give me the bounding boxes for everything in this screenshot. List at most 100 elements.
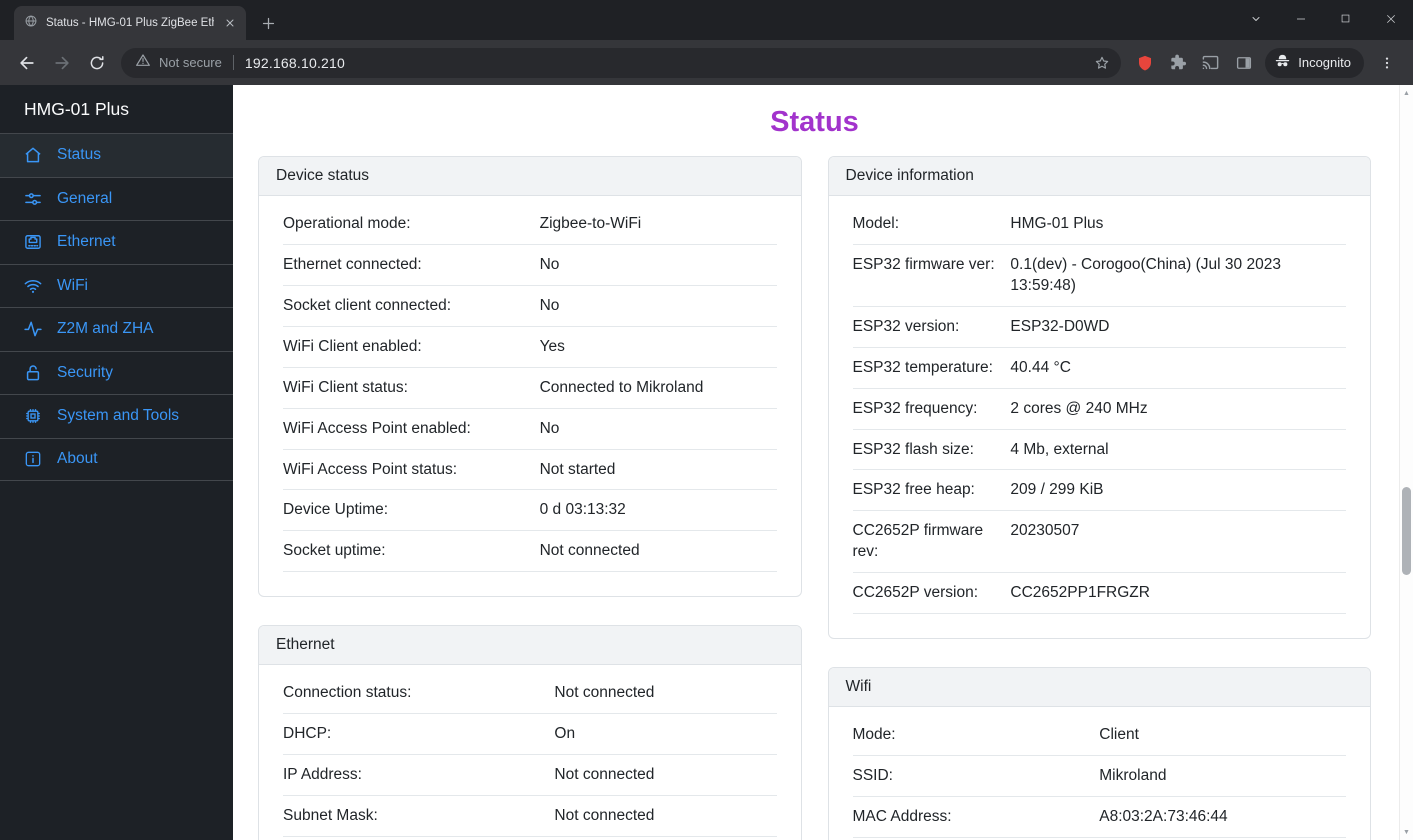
wifi-icon (23, 276, 43, 296)
table-row: ESP32 free heap: 209 / 299 KiB (852, 469, 1346, 512)
row-label: ESP32 temperature: (852, 347, 1011, 389)
back-button[interactable] (10, 46, 43, 79)
row-label: DHCP: (283, 713, 555, 756)
table-row: WiFi Client enabled: Yes (283, 326, 777, 368)
row-label: Mode: (852, 715, 1100, 757)
row-label: WiFi Access Point status: (283, 449, 540, 491)
activity-icon (23, 319, 43, 339)
adblock-extension-icon[interactable] (1129, 47, 1160, 78)
not-secure-warning-icon[interactable] (135, 52, 151, 73)
row-label: Socket uptime: (283, 530, 540, 573)
page-area: HMG-01 Plus Status General Ethernet WiFi… (0, 85, 1413, 840)
row-value: Not started (539, 449, 777, 491)
table-row: ESP32 temperature: 40.44 °C (852, 347, 1346, 389)
address-bar[interactable]: Not secure 192.168.10.210 (121, 47, 1122, 78)
row-value: ESP32-D0WD (1010, 306, 1346, 348)
card-body: Connection status: Not connected DHCP: On … (259, 665, 801, 840)
row-value: 40.44 °C (1010, 347, 1346, 389)
window-maximize-button[interactable] (1323, 0, 1368, 37)
wifi-table: Mode: Client SSID: Mikroland MAC Address: A… (852, 715, 1346, 838)
sidebar-item-about[interactable]: About (0, 437, 233, 481)
row-value: CC2652PP1FRGZR (1010, 572, 1346, 615)
table-row: IP Address: Not connected (283, 754, 777, 797)
ethernet-table: Connection status: Not connected DHCP: On … (283, 673, 777, 840)
card-device-status: Device status Operational mode: Zigbee-to… (258, 156, 802, 598)
sliders-icon (23, 189, 43, 209)
row-label: ESP32 free heap: (852, 469, 1011, 512)
scrollbar-down-arrow-icon[interactable]: ▼ (1400, 825, 1413, 839)
scrollbar-up-arrow-icon[interactable]: ▲ (1400, 86, 1413, 100)
incognito-badge: Incognito (1265, 47, 1364, 78)
table-row: Default Gateway:Not connected (283, 836, 777, 840)
url-text[interactable]: 192.168.10.210 (245, 55, 1078, 71)
sidebar-item-ethernet[interactable]: Ethernet (0, 220, 233, 264)
tab-strip: Status - HMG-01 Plus ZigBee Ethe (0, 0, 1413, 40)
sidebar-item-general[interactable]: General (0, 176, 233, 221)
reload-button[interactable] (80, 46, 113, 79)
table-row: SSID: Mikroland (852, 755, 1346, 797)
tab-title: Status - HMG-01 Plus ZigBee Ethe (46, 17, 214, 29)
row-value: No (539, 244, 777, 286)
row-label: ESP32 flash size: (852, 429, 1011, 471)
new-tab-button[interactable] (254, 9, 282, 37)
home-icon (23, 145, 43, 165)
lock-icon (23, 363, 43, 383)
tab-search-chevron-icon[interactable] (1233, 0, 1278, 37)
row-label: CC2652P firmware rev: (852, 510, 1011, 574)
omnibox-divider (232, 55, 234, 70)
table-row: Operational mode: Zigbee-to-WiFi (283, 204, 777, 245)
card-title: Device status (259, 157, 801, 196)
row-label: Subnet Mask: (283, 795, 555, 837)
sidebar-nav: Status General Ethernet WiFi Z2M and ZHA… (0, 133, 233, 481)
row-label: SSID: (852, 755, 1100, 797)
tab-close-icon[interactable] (222, 15, 238, 31)
sidebar-item-wifi[interactable]: WiFi (0, 263, 233, 308)
row-value: Mikroland (1099, 755, 1346, 797)
sidebar-item-status[interactable]: Status (0, 133, 233, 177)
incognito-label: Incognito (1298, 55, 1351, 70)
row-value: No (539, 408, 777, 450)
tab-favicon-globe-icon (24, 14, 38, 33)
sidebar-item-label: WiFi (57, 276, 88, 294)
row-label: Default Gateway: (283, 836, 555, 840)
row-label: WiFi Client enabled: (283, 326, 540, 368)
incognito-spy-icon (1274, 52, 1291, 74)
row-label: Socket client connected: (283, 285, 540, 327)
sidebar-item-system-tools[interactable]: System and Tools (0, 394, 233, 438)
table-row: Model: HMG-01 Plus (852, 204, 1346, 245)
window-minimize-button[interactable] (1278, 0, 1323, 37)
row-label: Ethernet connected: (283, 244, 540, 286)
browser-tab[interactable]: Status - HMG-01 Plus ZigBee Ethe (14, 6, 246, 40)
window-close-button[interactable] (1368, 0, 1413, 37)
cast-icon[interactable] (1195, 47, 1226, 78)
page-title: Status (770, 106, 859, 138)
table-row: Socket uptime: Not connected (283, 530, 777, 573)
row-label: MAC Address: (852, 796, 1100, 838)
bookmark-star-icon[interactable] (1086, 47, 1117, 78)
row-value: A8:03:2A:73:46:44 (1099, 796, 1346, 838)
sidebar-item-z2m-zha[interactable]: Z2M and ZHA (0, 307, 233, 351)
table-row: ESP32 firmware ver: 0.1(dev) - Corogoo(Ch… (852, 244, 1346, 307)
row-label: WiFi Client status: (283, 367, 540, 409)
row-value: Not connected (554, 754, 777, 797)
device-information-table: Model: HMG-01 Plus ESP32 firmware ver: 0.1… (852, 204, 1346, 615)
window-controls (1233, 0, 1413, 37)
table-row: CC2652P firmware rev: 20230507 (852, 510, 1346, 574)
sidebar-item-label: Z2M and ZHA (57, 320, 154, 338)
sidebar: HMG-01 Plus Status General Ethernet WiFi… (0, 85, 233, 840)
forward-button[interactable] (45, 46, 78, 79)
row-value: 2 cores @ 240 MHz (1010, 388, 1346, 430)
row-label: ESP32 version: (852, 306, 1011, 348)
browser-menu-button[interactable] (1370, 46, 1403, 79)
table-row: ESP32 flash size: 4 Mb, external (852, 429, 1346, 471)
sidebar-item-label: Security (57, 363, 113, 381)
page-scrollbar[interactable]: ▲ ▼ (1399, 85, 1413, 840)
row-value: 0.1(dev) - Corogoo(China) (Jul 30 2023 1… (1010, 244, 1346, 307)
table-row: ESP32 version: ESP32-D0WD (852, 306, 1346, 348)
extensions-puzzle-icon[interactable] (1162, 47, 1193, 78)
sidebar-item-security[interactable]: Security (0, 350, 233, 395)
side-panel-icon[interactable] (1228, 47, 1259, 78)
row-label: Connection status: (283, 673, 555, 715)
table-row: WiFi Access Point status: Not started (283, 449, 777, 491)
scrollbar-thumb[interactable] (1402, 487, 1411, 575)
